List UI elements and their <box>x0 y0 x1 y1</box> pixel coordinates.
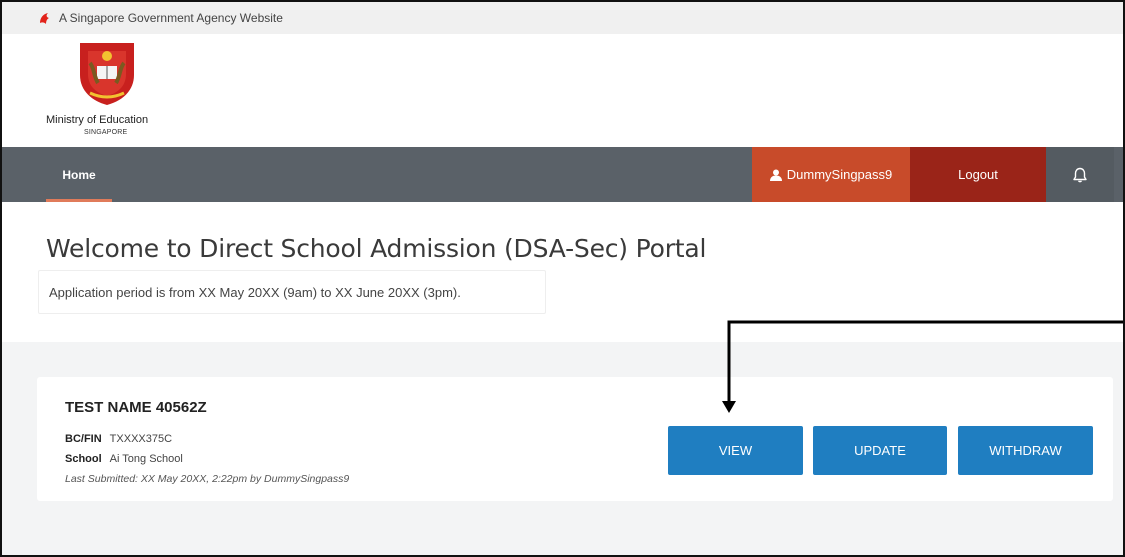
lion-head-icon <box>40 12 49 24</box>
gov-banner-text: A Singapore Government Agency Website <box>59 11 283 25</box>
page-frame: A Singapore Government Agency Website Mi… <box>0 0 1125 557</box>
withdraw-button[interactable]: WITHDRAW <box>958 426 1093 475</box>
view-button[interactable]: VIEW <box>668 426 803 475</box>
update-button[interactable]: UPDATE <box>813 426 947 475</box>
applicant-school-value: Ai Tong School <box>109 453 183 465</box>
logout-label: Logout <box>958 167 998 182</box>
main-navbar: Home DummySingpass9 Logout <box>2 147 1123 202</box>
last-submitted-text: Last Submitted: XX May 20XX, 2:22pm <box>65 473 248 485</box>
masthead: Ministry of Education SINGAPORE <box>2 34 1123 147</box>
applicant-school-row: School Ai Tong School <box>65 453 183 465</box>
applicant-id-row: BC/FIN TXXXX375C <box>65 433 172 445</box>
application-card: TEST NAME 40562Z BC/FIN TXXXX375C School A… <box>37 377 1113 501</box>
last-submitted-info: Last Submitted: XX May 20XX, 2:22pm by D… <box>65 473 349 485</box>
bell-icon <box>1073 167 1087 182</box>
welcome-section: Welcome to Direct School Admission (DSA-… <box>2 202 1123 342</box>
gov-banner: A Singapore Government Agency Website <box>2 2 1123 34</box>
applicant-name: TEST NAME 40562Z <box>65 399 207 416</box>
applicant-id-label: BC/FIN <box>65 433 102 445</box>
nav-home-tab[interactable]: Home <box>46 147 112 202</box>
user-name: DummySingpass9 <box>786 167 893 182</box>
application-period-text: Application period is from XX May 20XX (… <box>49 284 461 300</box>
applicant-school-label: School <box>65 453 102 465</box>
agency-name: Ministry of Education <box>46 114 149 126</box>
page-title: Welcome to Direct School Admission (DSA-… <box>46 234 707 263</box>
logout-button[interactable]: Logout <box>910 147 1046 202</box>
user-icon <box>769 169 782 181</box>
notifications-button[interactable] <box>1046 147 1114 202</box>
last-submitted-by: by DummySingpass9 <box>250 473 350 485</box>
nav-home-label: Home <box>62 167 96 182</box>
user-account-button[interactable]: DummySingpass9 <box>752 147 910 202</box>
application-period-notice: Application period is from XX May 20XX (… <box>38 270 546 314</box>
applicant-id-value: TXXXX375C <box>109 433 173 445</box>
moe-crest-icon[interactable] <box>76 41 138 107</box>
applications-area: TEST NAME 40562Z BC/FIN TXXXX375C School A… <box>2 342 1123 555</box>
agency-country: SINGAPORE <box>84 129 128 136</box>
